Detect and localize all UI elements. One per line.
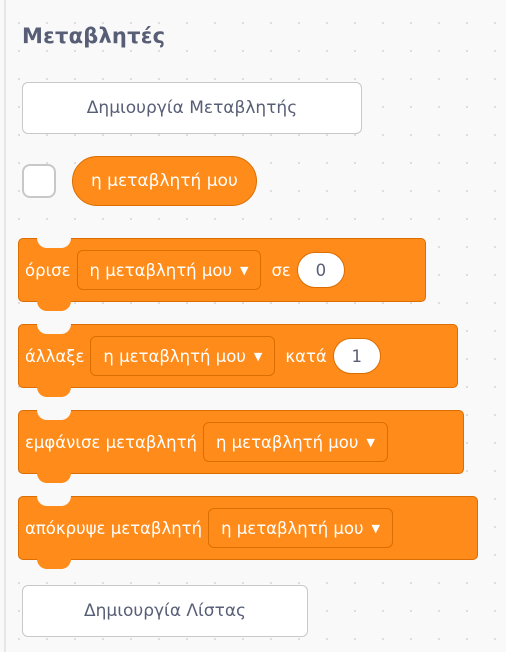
make-list-button[interactable]: Δημιουργία Λίστας (22, 585, 308, 637)
category-title: Μεταβλητές (22, 24, 166, 48)
change-variable-dropdown[interactable]: η μεταβλητή μου ▼ (90, 336, 276, 376)
caret-down-icon: ▼ (253, 349, 263, 363)
caret-down-icon: ▼ (240, 263, 249, 277)
caret-down-icon: ▼ (371, 521, 381, 535)
hide-variable-dropdown[interactable]: η μεταβλητή μου ▼ (208, 508, 394, 548)
show-variable-block[interactable]: εμφάνισε μεταβλητή η μεταβλητή μου ▼ (18, 410, 464, 483)
palette-edge (4, 0, 6, 652)
change-block-label: άλλαξε (25, 346, 85, 366)
set-value-input[interactable]: 0 (296, 252, 345, 288)
set-block-label: όρισε (25, 260, 71, 280)
hide-block-label: απόκρυψε μεταβλητή (25, 518, 203, 538)
caret-down-icon: ▼ (366, 435, 375, 449)
change-variable-block[interactable]: άλλαξε η μεταβλητή μου ▼ κατά 1 (18, 324, 458, 397)
set-variable-block[interactable]: όρισε η μεταβλητή μου ▼ σε 0 (18, 238, 426, 311)
set-dropdown-value: η μεταβλητή μου (89, 260, 232, 280)
change-value-input[interactable]: 1 (332, 338, 381, 374)
show-block-label: εμφάνισε μεταβλητή (25, 432, 197, 452)
set-variable-dropdown[interactable]: η μεταβλητή μου ▼ (76, 250, 262, 290)
hide-variable-block[interactable]: απόκρυψε μεταβλητή η μεταβλητή μου ▼ (18, 496, 478, 569)
show-variable-dropdown[interactable]: η μεταβλητή μου ▼ (202, 422, 388, 462)
set-block-connector: σε (271, 260, 291, 280)
variable-reporter-block[interactable]: η μεταβλητή μου (72, 156, 257, 206)
change-dropdown-value: η μεταβλητή μου (103, 346, 246, 366)
variable-monitor-checkbox[interactable] (22, 164, 56, 198)
make-variable-button[interactable]: Δημιουργία Μεταβλητής (22, 82, 362, 134)
change-block-connector: κατά (285, 346, 327, 366)
hide-dropdown-value: η μεταβλητή μου (221, 518, 364, 538)
show-dropdown-value: η μεταβλητή μου (215, 432, 359, 452)
